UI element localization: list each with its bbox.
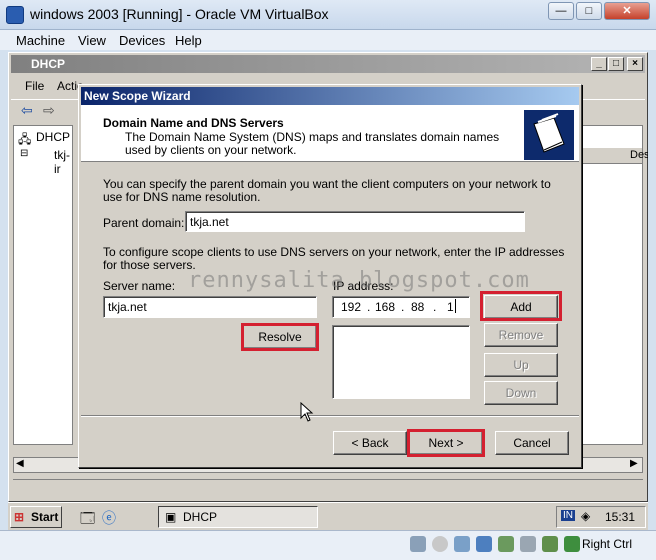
down-button-label: Down [505,386,537,400]
host-key-icon [564,536,580,552]
ip-address-input[interactable]: 192 . 168 . 88 . 1 [332,296,470,318]
taskbar-item-dhcp[interactable]: ▣ DHCP [158,506,318,528]
virtualbox-logo-icon [6,6,24,24]
dhcp-menu-file[interactable]: File [25,79,44,93]
parent-domain-intro: You can specify the parent domain you wa… [103,177,551,204]
ip-octet-1: 192 [341,300,362,314]
minimize-icon[interactable]: — [548,2,574,20]
ip-octet-3: 88 [411,300,425,314]
down-button[interactable]: Down [484,381,558,405]
internet-explorer-icon[interactable]: ⓔ [102,508,116,528]
menu-machine[interactable]: Machine [16,33,65,48]
taskbar-dhcp-icon: ▣ [165,510,177,524]
taskbar-dhcp-label: DHCP [183,510,218,524]
wizard-header: Domain Name and DNS Servers The Domain N… [81,105,579,162]
remove-button-label: Remove [498,328,544,342]
footer-divider [81,415,579,417]
menu-view[interactable]: View [78,33,106,48]
vbox-status-bar: Right Ctrl [0,530,656,560]
dhcp-minimize-icon[interactable]: _ [591,57,607,71]
resolve-highlight-box [241,323,319,351]
shared-folders-icon[interactable] [498,536,514,552]
add-highlight-box [480,291,562,321]
dhcp-status-bar [13,479,643,497]
back-arrow-icon[interactable]: ⇦ [21,102,33,119]
usb-icon[interactable] [454,536,470,552]
start-label: Start [31,510,59,524]
language-indicator[interactable]: IN [561,510,575,521]
menu-devices[interactable]: Devices [119,33,165,48]
wizard-heading: Domain Name and DNS Servers [103,116,284,130]
optical-drive-icon[interactable] [432,536,448,552]
windows-logo-icon: ⊞ [14,510,25,524]
display-icon[interactable] [520,536,536,552]
parent-domain-input[interactable]: tkja.net [185,211,525,232]
show-desktop-icon[interactable]: 🗔 [80,508,95,530]
taskbar: ⊞ Start 🗔 ⓔ ▣ DHCP IN ◈ 15:31 [8,502,648,530]
forward-arrow-icon[interactable]: ⇨ [43,102,55,119]
cancel-button-label: Cancel [513,436,551,450]
dns-server-list[interactable] [332,325,470,399]
back-button-label: < Back [351,436,389,450]
clock[interactable]: 15:31 [605,510,635,524]
tree-expand-icon[interactable]: ⊟ [20,148,28,159]
wizard-title: New Scope Wizard [84,89,191,103]
wizard-book-icon [524,110,574,160]
dhcp-close-icon[interactable]: × [627,57,643,71]
up-button-label: Up [513,358,529,372]
server-name-input[interactable]: tkja.net [103,296,317,318]
start-button[interactable]: ⊞ Start [10,506,62,528]
maximize-icon[interactable]: □ [576,2,602,20]
remove-button[interactable]: Remove [484,323,558,347]
vbox-menu-bar: Machine View Devices Help [0,30,656,50]
system-tray: IN ◈ 15:31 [556,506,646,528]
back-button[interactable]: < Back [333,431,407,455]
vbox-title-bar: windows 2003 [Running] - Oracle VM Virtu… [0,0,656,30]
dhcp-detail-pane: Des [579,125,648,445]
scroll-left-icon[interactable]: ◀ [16,458,24,469]
wizard-subheading: The Domain Name System (DNS) maps and tr… [125,130,500,157]
host-key-label: Right Ctrl [582,537,633,551]
menu-help[interactable]: Help [175,33,202,48]
network-icon[interactable]: ◈ [581,509,590,523]
dhcp-tree-pane: 🖧 DHCP ⊟ tkj-ir [13,125,73,445]
column-header: Des [580,148,648,164]
recording-icon[interactable] [542,536,558,552]
vbox-window-title: windows 2003 [Running] - Oracle VM Virtu… [30,6,329,22]
hard-disk-icon[interactable] [410,536,426,552]
scroll-right-icon[interactable]: ▶ [630,458,638,469]
cancel-button[interactable]: Cancel [495,431,569,455]
ip-octet-4: 1 [447,300,454,314]
next-highlight-box [407,429,485,457]
ip-octet-2: 168 [375,300,396,314]
network-adapter-icon[interactable] [476,536,492,552]
close-icon[interactable]: ✕ [604,2,650,20]
column-header-description[interactable]: Des [630,149,648,161]
dhcp-maximize-icon[interactable]: □ [608,57,624,71]
tree-server-label[interactable]: tkj-ir [54,148,72,176]
tree-root-label[interactable]: DHCP [36,130,70,144]
dhcp-title: DHCP [31,57,66,71]
up-button[interactable]: Up [484,353,558,377]
server-name-label: Server name: [103,279,176,293]
wizard-title-bar: New Scope Wizard [81,87,579,105]
mouse-cursor-icon [300,401,314,425]
dhcp-title-bar: DHCP _ □ × [11,55,645,73]
watermark-text: rennysalita.blogspot.com [188,268,530,293]
parent-domain-label: Parent domain: [103,216,185,230]
text-caret [455,299,456,313]
